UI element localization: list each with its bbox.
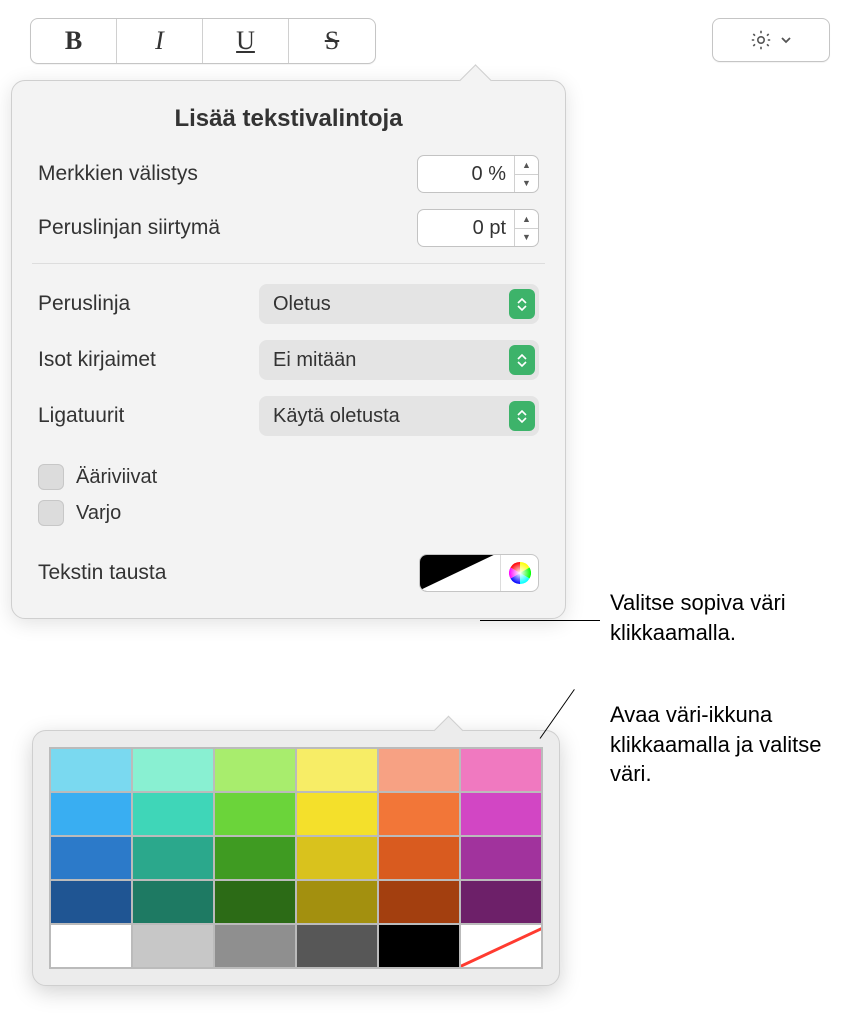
stepper-arrows[interactable]: ▲▼ [514, 156, 538, 192]
select-toggle-icon [509, 289, 535, 319]
select-toggle-icon [509, 401, 535, 431]
char-spacing-label: Merkkien välistys [38, 162, 198, 186]
underline-button[interactable]: U [203, 19, 289, 63]
bold-button[interactable]: B [31, 19, 117, 63]
baseline-shift-value: 0 pt [418, 217, 514, 240]
chevron-down-icon [779, 33, 793, 47]
color-swatch[interactable] [378, 880, 460, 924]
color-swatch[interactable] [50, 748, 132, 792]
color-swatch[interactable] [460, 748, 542, 792]
color-swatch[interactable] [132, 748, 214, 792]
color-picker-button[interactable] [500, 555, 538, 591]
color-swatch[interactable] [296, 792, 378, 836]
color-swatch[interactable] [460, 924, 542, 968]
text-background-label: Tekstin tausta [38, 561, 166, 585]
italic-button[interactable]: I [117, 19, 203, 63]
color-swatch[interactable] [50, 792, 132, 836]
shadow-label: Varjo [76, 502, 121, 525]
text-background-color-well[interactable] [420, 555, 500, 591]
color-swatch[interactable] [50, 924, 132, 968]
color-swatch[interactable] [378, 836, 460, 880]
text-background-color-group [419, 554, 539, 592]
caps-label: Isot kirjaimet [38, 348, 156, 372]
ligatures-label: Ligatuurit [38, 404, 124, 428]
color-wheel-icon [509, 562, 531, 584]
char-spacing-stepper[interactable]: 0 % ▲▼ [417, 155, 539, 193]
stepper-arrows[interactable]: ▲▼ [514, 210, 538, 246]
color-swatch[interactable] [296, 880, 378, 924]
color-swatch[interactable] [132, 924, 214, 968]
color-swatch[interactable] [214, 924, 296, 968]
caps-select[interactable]: Ei mitään [259, 340, 539, 380]
color-swatch[interactable] [296, 748, 378, 792]
color-swatch[interactable] [214, 748, 296, 792]
color-swatch[interactable] [50, 880, 132, 924]
gear-icon [749, 28, 773, 52]
callout-swatch: Valitse sopiva väri klikkaamalla. [610, 588, 860, 647]
ligatures-select-value: Käytä oletusta [273, 405, 400, 428]
more-text-options-panel: Lisää tekstivalintoja Merkkien välistys … [11, 80, 566, 619]
color-swatch[interactable] [132, 836, 214, 880]
color-swatch[interactable] [296, 924, 378, 968]
color-swatch[interactable] [378, 924, 460, 968]
callout-line [480, 620, 600, 621]
callout-line [540, 689, 575, 739]
baseline-shift-label: Peruslinjan siirtymä [38, 216, 220, 240]
color-swatch-grid [49, 747, 543, 969]
baseline-select-value: Oletus [273, 293, 331, 316]
color-swatch[interactable] [214, 880, 296, 924]
select-toggle-icon [509, 345, 535, 375]
shadow-checkbox[interactable] [38, 500, 64, 526]
char-spacing-value: 0 % [418, 163, 514, 186]
color-swatch[interactable] [214, 836, 296, 880]
strikethrough-button[interactable]: S [289, 19, 375, 63]
color-swatch-popup [32, 730, 560, 986]
text-style-segment: B I U S [30, 18, 376, 64]
baseline-select[interactable]: Oletus [259, 284, 539, 324]
more-text-options-button[interactable] [712, 18, 830, 62]
color-swatch[interactable] [132, 792, 214, 836]
outline-checkbox[interactable] [38, 464, 64, 490]
divider [32, 263, 545, 264]
baseline-shift-stepper[interactable]: 0 pt ▲▼ [417, 209, 539, 247]
caps-select-value: Ei mitään [273, 349, 356, 372]
color-swatch[interactable] [214, 792, 296, 836]
color-swatch[interactable] [460, 792, 542, 836]
color-swatch[interactable] [460, 836, 542, 880]
color-swatch[interactable] [132, 880, 214, 924]
baseline-label: Peruslinja [38, 292, 130, 316]
color-swatch[interactable] [296, 836, 378, 880]
color-swatch[interactable] [378, 792, 460, 836]
callout-picker: Avaa väri-ikkuna klikkaamalla ja valitse… [610, 700, 860, 789]
panel-title: Lisää tekstivalintoja [38, 105, 539, 133]
outline-label: Ääriviivat [76, 466, 157, 489]
color-swatch[interactable] [378, 748, 460, 792]
color-swatch[interactable] [50, 836, 132, 880]
color-swatch[interactable] [460, 880, 542, 924]
ligatures-select[interactable]: Käytä oletusta [259, 396, 539, 436]
